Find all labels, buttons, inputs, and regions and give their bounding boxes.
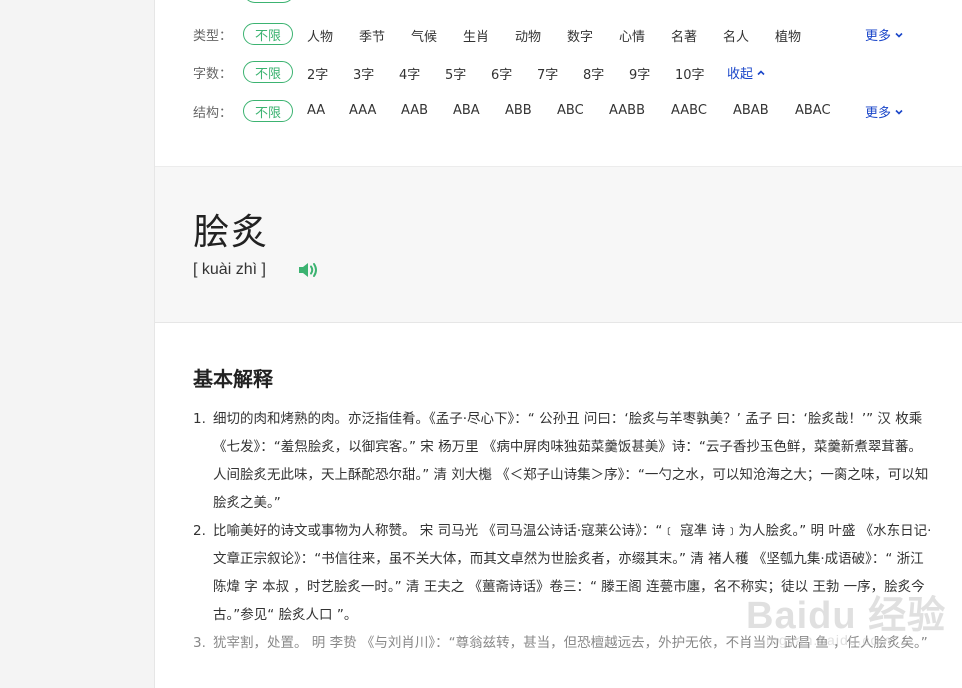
definition-item: 1. 细切的肉和烤熟的肉。亦泛指佳肴。《孟子·尽心下》：“ 公孙丑 问曰：‘脍炙… xyxy=(193,405,933,517)
filter-option[interactable]: 6字 xyxy=(491,64,512,83)
watermark-url: jingyan.baidu.com xyxy=(762,632,892,648)
filter-option[interactable]: 名著 xyxy=(671,26,697,45)
filter-option[interactable]: 5字 xyxy=(445,64,466,83)
filter-row-structure: 结构： 不限 AA AAA AAB ABA ABB ABC AABB AABC … xyxy=(193,99,933,123)
filter-option[interactable]: AAA xyxy=(349,103,376,118)
filter-row-count: 字数： 不限 2字 3字 4字 5字 6字 7字 8字 9字 10字 收起 xyxy=(193,60,933,84)
filter-option[interactable]: 4字 xyxy=(399,64,420,83)
filter-option[interactable]: 心情 xyxy=(619,26,645,45)
speaker-icon[interactable] xyxy=(297,260,321,280)
chevron-up-icon xyxy=(757,69,765,75)
pinyin: [ kuài zhì ] xyxy=(193,261,266,278)
filter-option[interactable]: ABA xyxy=(453,103,480,118)
filter-option[interactable]: 7字 xyxy=(537,64,558,83)
filter-option[interactable]: ABAB xyxy=(733,103,769,118)
word-title: 脍炙 xyxy=(193,212,270,253)
filter-option[interactable]: 植物 xyxy=(775,26,801,45)
filter-option[interactable]: 9字 xyxy=(629,64,650,83)
collapse-label: 收起 xyxy=(727,67,754,82)
chevron-down-icon xyxy=(895,109,903,115)
filter-option[interactable]: 8字 xyxy=(583,64,604,83)
filter-label: 类型： xyxy=(193,28,233,44)
filter-option[interactable]: ABC xyxy=(557,103,584,118)
definition-number: 3. xyxy=(193,635,206,651)
collapse-button[interactable]: 收起 xyxy=(727,63,766,82)
filter-row-type: 类型： 不限 人物 季节 气候 生肖 动物 数字 心情 名著 名人 植物 更多 xyxy=(193,22,933,46)
filter-all-button[interactable]: 不限 xyxy=(243,61,293,83)
chevron-down-icon xyxy=(895,32,903,38)
filter-option[interactable]: 动物 xyxy=(515,26,541,45)
definition-number: 2. xyxy=(193,523,206,539)
filter-label: 结构： xyxy=(193,105,233,121)
filter-option[interactable]: 人物 xyxy=(307,26,333,45)
filter-all-button[interactable]: 不限 xyxy=(243,23,293,45)
filter-panel: 类型： 不限 人物 季节 气候 生肖 动物 数字 心情 名著 名人 植物 更多 … xyxy=(155,0,962,167)
more-label: 更多 xyxy=(865,29,892,44)
section-title: 基本解释 xyxy=(193,367,273,391)
filter-option[interactable]: 名人 xyxy=(723,26,749,45)
filter-option[interactable]: ABB xyxy=(505,103,532,118)
filter-option[interactable]: ABAC xyxy=(795,103,831,118)
filter-option[interactable]: 3字 xyxy=(353,64,374,83)
definition-text: 细切的肉和烤熟的肉。亦泛指佳肴。《孟子·尽心下》：“ 公孙丑 问曰：‘脍炙与羊枣… xyxy=(213,411,929,511)
filter-option[interactable]: 数字 xyxy=(567,26,593,45)
more-button[interactable]: 更多 xyxy=(865,25,904,44)
more-label: 更多 xyxy=(865,106,892,121)
filter-option[interactable]: AABB xyxy=(609,103,645,118)
filter-option[interactable]: AABC xyxy=(671,103,707,118)
filter-option[interactable]: 气候 xyxy=(411,26,437,45)
filter-option[interactable]: 10字 xyxy=(675,64,705,83)
cut-off-pill[interactable] xyxy=(243,0,295,3)
more-button[interactable]: 更多 xyxy=(865,102,904,121)
word-header: 脍炙 [ kuài zhì ] xyxy=(155,167,962,323)
filter-option[interactable]: 季节 xyxy=(359,26,385,45)
definition-number: 1. xyxy=(193,411,206,427)
filter-all-button[interactable]: 不限 xyxy=(243,100,293,122)
filter-option[interactable]: 2字 xyxy=(307,64,328,83)
watermark: Baidu 经验 jingyan.baidu.com xyxy=(732,580,962,688)
filter-option[interactable]: AAB xyxy=(401,103,428,118)
filter-option[interactable]: AA xyxy=(307,103,325,118)
filter-option[interactable]: 生肖 xyxy=(463,26,489,45)
watermark-brand: Baidu 经验 xyxy=(746,595,947,637)
filter-label: 字数： xyxy=(193,66,233,82)
